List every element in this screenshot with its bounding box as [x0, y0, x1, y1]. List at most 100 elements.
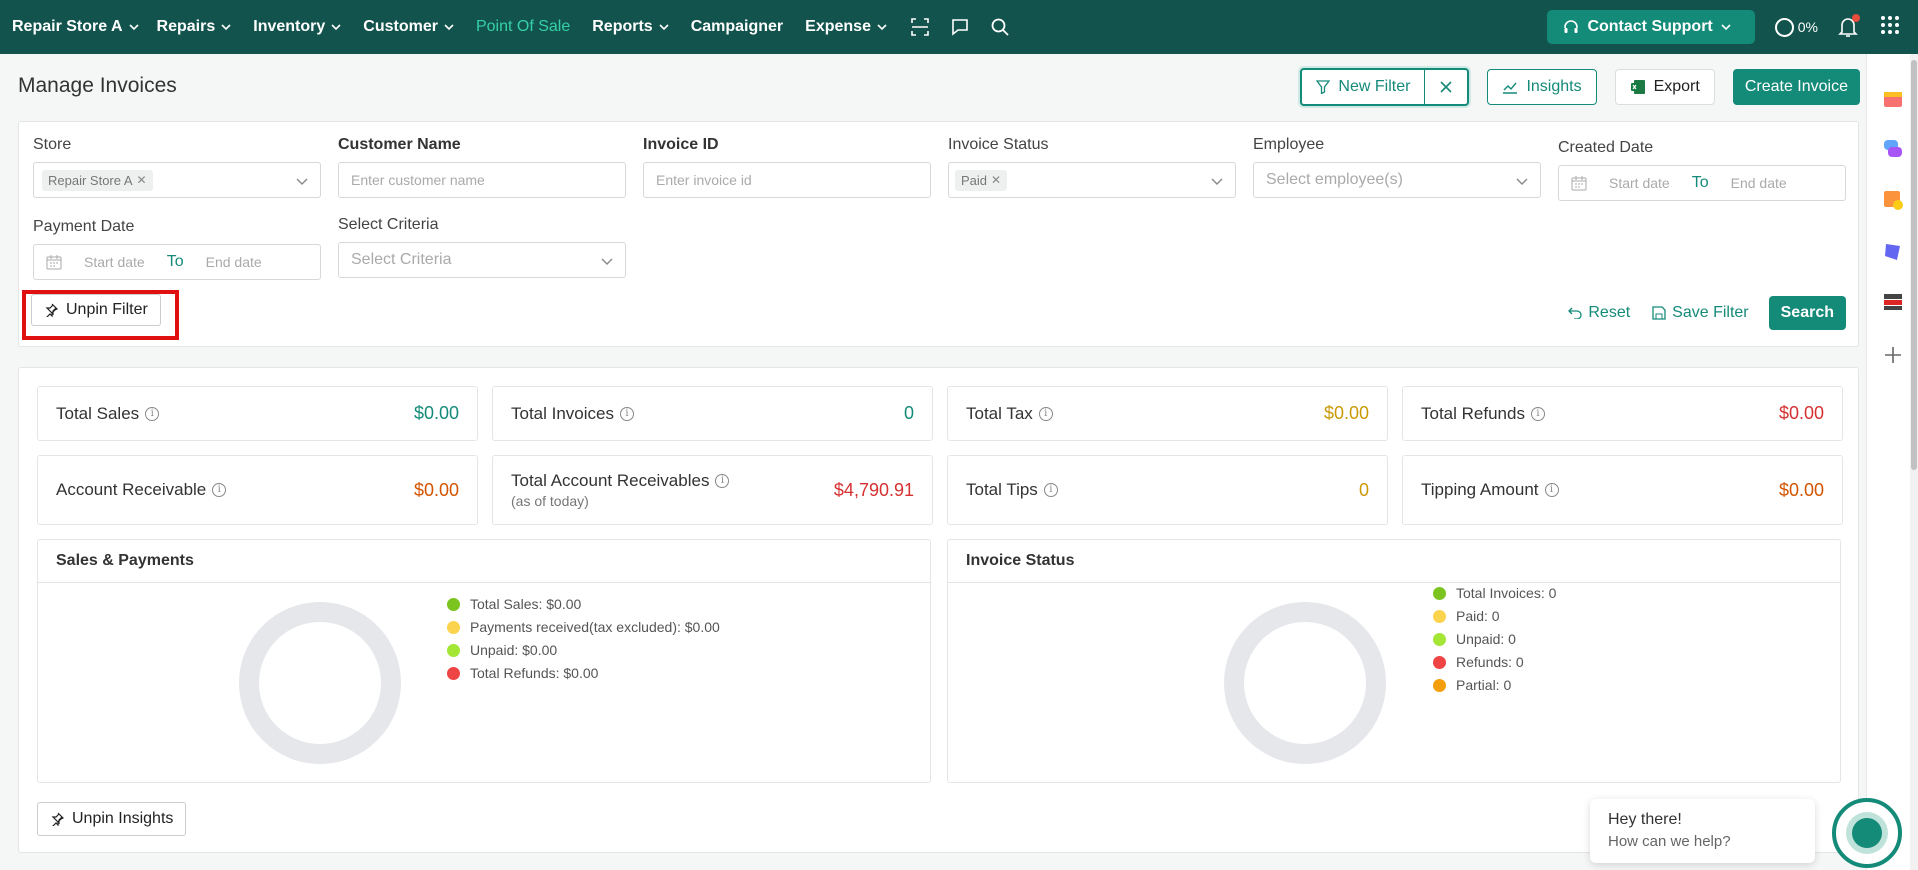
legend-label: Refunds: 0 — [1456, 654, 1524, 670]
tag-close-icon[interactable]: ✕ — [137, 173, 147, 187]
chevron-down-icon — [1721, 24, 1731, 31]
search-label: Search — [1780, 304, 1834, 321]
chat-greeting[interactable]: Hey there! How can we help? — [1590, 799, 1815, 863]
new-filter-button[interactable]: New Filter — [1302, 70, 1426, 104]
stat-card-total-invoices: Total Invoices i 0 — [492, 386, 933, 441]
notification-dot — [1852, 14, 1860, 22]
employee-filter: Employee Select employee(s) — [1253, 136, 1541, 198]
invoice-status-select[interactable]: Paid ✕ — [948, 162, 1236, 198]
chat-icon[interactable] — [949, 16, 971, 38]
unpin-insights-button[interactable]: Unpin Insights — [37, 802, 187, 836]
header-actions: New Filter Insights Export Create Invoic… — [1300, 68, 1860, 106]
store-selector[interactable]: Repair Store A — [12, 18, 139, 36]
nav-repairs[interactable]: Repairs — [157, 18, 232, 36]
store-app-icon[interactable] — [1882, 87, 1904, 109]
insights-button[interactable]: Insights — [1487, 69, 1597, 105]
legend-label: Total Invoices: 0 — [1456, 585, 1557, 601]
customer-name-placeholder: Enter customer name — [351, 172, 485, 188]
status-tag: Paid ✕ — [955, 169, 1008, 191]
setup-progress[interactable]: 0% — [1774, 17, 1818, 37]
invoice-id-input[interactable]: Enter invoice id — [643, 162, 931, 198]
shapes-app-icon[interactable] — [1882, 240, 1904, 262]
clear-filter-button[interactable] — [1425, 70, 1467, 104]
search-button[interactable]: Search — [1768, 296, 1846, 330]
created-date-label: Created Date — [1558, 139, 1654, 156]
invoice-status-filter: Invoice Status Paid ✕ — [948, 136, 1236, 198]
info-icon[interactable]: i — [1544, 483, 1559, 497]
legend-item[interactable]: Total Invoices: 0 — [1433, 585, 1556, 601]
payment-date-label: Payment Date — [33, 218, 135, 235]
legend-dot — [1433, 632, 1446, 646]
search-icon[interactable] — [989, 16, 1011, 38]
info-icon[interactable]: i — [715, 474, 730, 488]
legend-item[interactable]: Total Sales: $0.00 — [447, 596, 720, 612]
legend-item[interactable]: Unpaid: $0.00 — [447, 642, 720, 658]
payment-date-range[interactable]: Start date To End date — [33, 244, 321, 280]
nav-reports[interactable]: Reports — [592, 18, 669, 36]
messages-app-icon[interactable] — [1882, 138, 1904, 160]
employee-select[interactable]: Select employee(s) — [1253, 162, 1541, 198]
scan-icon[interactable] — [909, 16, 931, 38]
archive-app-icon[interactable] — [1882, 291, 1904, 313]
excel-icon — [1630, 80, 1645, 94]
store-select[interactable]: Repair Store A ✕ — [33, 162, 321, 198]
created-date-range[interactable]: Start date To End date — [1558, 165, 1846, 201]
add-icon[interactable] — [1882, 344, 1904, 366]
stat-value: $0.00 — [413, 403, 459, 423]
pin-icon — [45, 303, 58, 317]
info-icon[interactable]: i — [1043, 483, 1058, 497]
info-icon[interactable]: i — [212, 483, 227, 497]
reset-button[interactable]: Reset — [1568, 304, 1630, 322]
nav-campaigner[interactable]: Campaigner — [691, 18, 783, 36]
create-invoice-button[interactable]: Create Invoice — [1732, 69, 1860, 105]
legend-item[interactable]: Unpaid: 0 — [1433, 631, 1556, 647]
legend-item[interactable]: Partial: 0 — [1433, 677, 1556, 693]
nav-expense[interactable]: Expense — [805, 18, 887, 36]
legend-label: Paid: 0 — [1456, 608, 1500, 624]
chat-launcher-button[interactable] — [1832, 798, 1902, 868]
legend-label: Total Refunds: $0.00 — [470, 665, 599, 681]
tag-close-icon[interactable]: ✕ — [991, 173, 1001, 187]
legend-item[interactable]: Paid: 0 — [1433, 608, 1556, 624]
legend-label: Unpaid: $0.00 — [470, 642, 558, 658]
contact-support-button[interactable]: Contact Support — [1547, 10, 1755, 44]
invoice-status-label: Invoice Status — [948, 136, 1049, 153]
unpin-insights-label: Unpin Insights — [72, 810, 174, 827]
legend-item[interactable]: Total Refunds: $0.00 — [447, 665, 720, 681]
chart-legend: Total Invoices: 0 Paid: 0 Unpaid: 0 Refu… — [1433, 585, 1556, 700]
customer-name-input[interactable]: Enter customer name — [338, 162, 626, 198]
filter-panel: Store Repair Store A ✕ Customer Name Ente… — [18, 121, 1859, 347]
legend-item[interactable]: Refunds: 0 — [1433, 654, 1556, 670]
legend-dot — [1433, 678, 1446, 692]
info-icon[interactable]: i — [1038, 406, 1053, 421]
info-icon[interactable]: i — [145, 406, 160, 421]
notes-app-icon[interactable] — [1882, 189, 1904, 211]
scrollbar[interactable] — [1910, 54, 1918, 870]
info-icon[interactable]: i — [620, 406, 634, 421]
apps-grid-icon[interactable] — [1880, 15, 1900, 40]
donut-chart — [239, 602, 401, 764]
bell-icon[interactable] — [1838, 14, 1860, 38]
nav-inventory[interactable]: Inventory — [253, 18, 341, 36]
legend-label: Total Sales: $0.00 — [470, 596, 582, 612]
payment-start-date: Start date — [84, 254, 145, 270]
save-filter-button[interactable]: Save Filter — [1652, 304, 1749, 322]
nav-customer[interactable]: Customer — [363, 18, 454, 36]
headset-icon — [1564, 20, 1579, 33]
top-nav: Repair Store A Repairs Inventory Custome… — [0, 0, 1918, 54]
stat-label: Tipping Amount — [1421, 480, 1539, 499]
criteria-placeholder: Select Criteria — [351, 251, 452, 268]
criteria-select[interactable]: Select Criteria — [338, 242, 626, 278]
legend-item[interactable]: Payments received(tax excluded): $0.00 — [447, 619, 720, 635]
payment-date-filter: Payment Date Start date To End date — [33, 218, 321, 280]
chat-greeting-subtitle: How can we help? — [1608, 833, 1731, 850]
reset-label: Reset — [1588, 304, 1631, 321]
scrollbar-thumb[interactable] — [1911, 60, 1917, 470]
chat-greeting-title: Hey there! — [1608, 811, 1682, 828]
chevron-down-icon — [1516, 178, 1528, 185]
unpin-filter-button[interactable]: Unpin Filter — [31, 294, 161, 326]
info-icon[interactable]: i — [1530, 406, 1545, 421]
export-button[interactable]: Export — [1614, 69, 1715, 105]
store-filter: Store Repair Store A ✕ — [33, 136, 321, 198]
nav-point-of-sale[interactable]: Point Of Sale — [476, 18, 570, 36]
